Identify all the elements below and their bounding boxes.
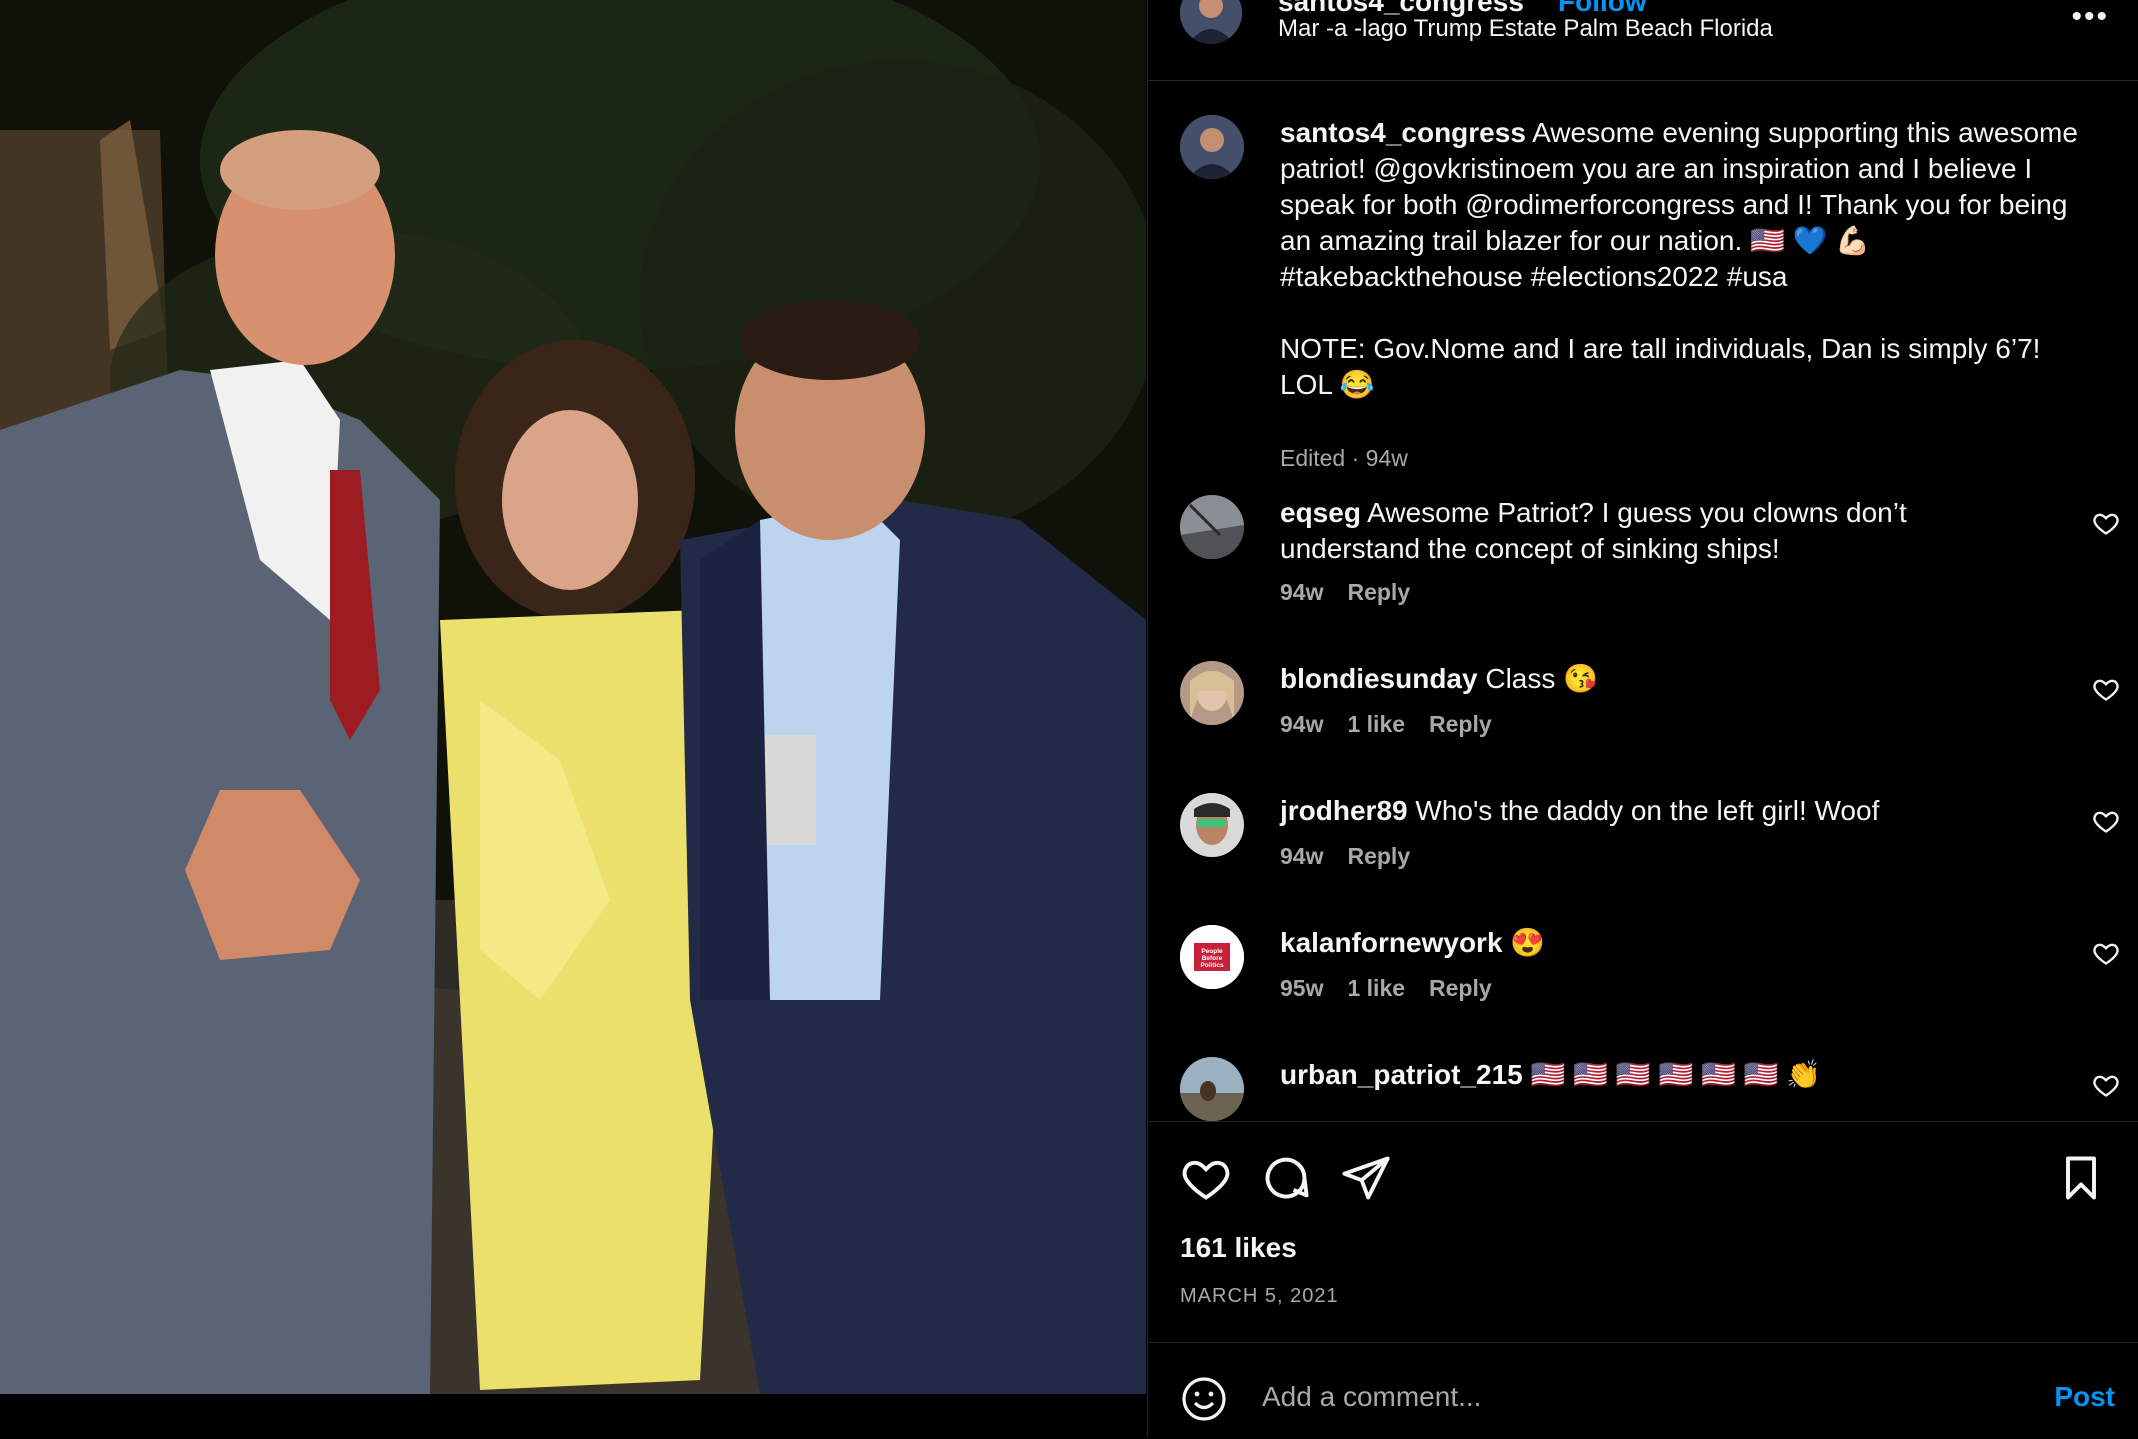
comment-body: Awesome Patriot? I guess you clowns don’… [1280,497,1907,564]
comment-meta: 94w 1 like Reply [1280,711,1516,738]
comments-list[interactable]: santos4_congress Awesome evening support… [1148,81,2138,1121]
add-comment-input[interactable] [1260,1371,1984,1423]
comment-item: jrodher89 Who's the daddy on the left gi… [1180,793,2120,903]
emoji-smiley-icon[interactable] [1180,1375,1228,1423]
commenter-avatar[interactable]: People Before Politics [1180,925,1244,989]
post-side-panel: santos4_congress Follow Mar -a -lago Tru… [1147,0,2138,1438]
caption-author-avatar[interactable] [1180,115,1244,179]
comment-body: 😍 [1510,927,1546,958]
comment-body: Who's the daddy on the left girl! Woof [1415,795,1880,826]
like-count[interactable]: 161 likes [1180,1232,1297,1264]
post-comment-button[interactable]: Post [2054,1381,2115,1413]
comment-text: urban_patriot_215 🇺🇸 🇺🇸 🇺🇸 🇺🇸 🇺🇸 🇺🇸 👏 [1280,1057,2010,1093]
commenter-avatar[interactable] [1180,495,1244,559]
commenter-avatar[interactable] [1180,793,1244,857]
comment-username[interactable]: kalanfornewyork [1280,927,1503,958]
like-heart-icon[interactable] [1180,1152,1232,1204]
more-options-icon[interactable]: ••• [2071,0,2109,34]
comment-like-heart-icon[interactable] [2092,1071,2120,1099]
comment-reply-button[interactable]: Reply [1347,843,1410,869]
comment-likes[interactable]: 1 like [1347,711,1405,737]
comment-username[interactable]: jrodher89 [1280,795,1408,826]
comment-item: urban_patriot_215 🇺🇸 🇺🇸 🇺🇸 🇺🇸 🇺🇸 🇺🇸 👏 [1180,1057,2120,1121]
post-date: MARCH 5, 2021 [1180,1285,1339,1307]
post-actions: 161 likes MARCH 5, 2021 [1148,1121,2138,1342]
commenter-avatar[interactable] [1180,1057,1244,1121]
caption-note: NOTE: Gov.Nome and I are tall individual… [1280,333,2041,400]
post-photo[interactable] [0,0,1146,1394]
share-send-icon[interactable] [1340,1152,1392,1204]
bookmark-save-icon[interactable] [2055,1152,2107,1204]
comment-like-heart-icon[interactable] [2092,807,2120,835]
comment-item: People Before Politics kalanfornewyork 😍 9… [1180,925,2120,1035]
svg-text:People: People [1201,948,1223,955]
svg-text:Before: Before [1202,955,1223,962]
svg-text:Politics: Politics [1200,962,1224,969]
comment-body: 🇺🇸 🇺🇸 🇺🇸 🇺🇸 🇺🇸 🇺🇸 👏 [1530,1059,1822,1090]
comment-text: blondiesunday Class 😘 [1280,661,2010,697]
comment-text: eqseg Awesome Patriot? I guess you clown… [1280,495,2010,567]
comment-like-heart-icon[interactable] [2092,675,2120,703]
comment-reply-button[interactable]: Reply [1429,711,1492,737]
comment-bubble-icon[interactable] [1260,1152,1312,1204]
author-avatar[interactable] [1180,0,1242,44]
post-location[interactable]: Mar -a -lago Trump Estate Palm Beach Flo… [1278,15,1773,43]
comment-username[interactable]: urban_patriot_215 [1280,1059,1523,1090]
comment-like-heart-icon[interactable] [2092,939,2120,967]
comment-meta: 94w Reply [1280,843,1434,870]
caption-username[interactable]: santos4_congress [1280,117,1526,148]
comment-like-heart-icon[interactable] [2092,509,2120,537]
comment-reply-button[interactable]: Reply [1429,975,1492,1001]
comment-username[interactable]: eqseg [1280,497,1361,528]
comment-text: kalanfornewyork 😍 [1280,925,2010,961]
comment-reply-button[interactable]: Reply [1347,579,1410,605]
comment-body: Class 😘 [1485,663,1599,694]
comment-item: eqseg Awesome Patriot? I guess you clown… [1180,495,2120,605]
comment-meta: 94w Reply [1280,579,1434,606]
caption-edited: Edited · 94w [1280,445,1408,471]
post-header: santos4_congress Follow Mar -a -lago Tru… [1148,0,2138,81]
comment-age: 95w [1280,975,1324,1001]
comment-age: 94w [1280,579,1324,605]
caption-text: santos4_congress Awesome evening support… [1280,115,2100,403]
post-photo-illustration [0,0,1146,1394]
comment-age: 94w [1280,711,1324,737]
comment-item: blondiesunday Class 😘 94w 1 like Reply [1180,661,2120,771]
photo-letterbox [0,1394,1146,1438]
commenter-avatar[interactable] [1180,661,1244,725]
comment-likes[interactable]: 1 like [1347,975,1405,1001]
comment-username[interactable]: blondiesunday [1280,663,1478,694]
comment-composer: Post [1148,1342,2138,1439]
comment-age: 94w [1280,843,1324,869]
comment-text: jrodher89 Who's the daddy on the left gi… [1280,793,2010,829]
comment-meta: 95w 1 like Reply [1280,975,1516,1002]
people-before-politics-logo: PeopleBeforePolitics [1180,925,1244,989]
